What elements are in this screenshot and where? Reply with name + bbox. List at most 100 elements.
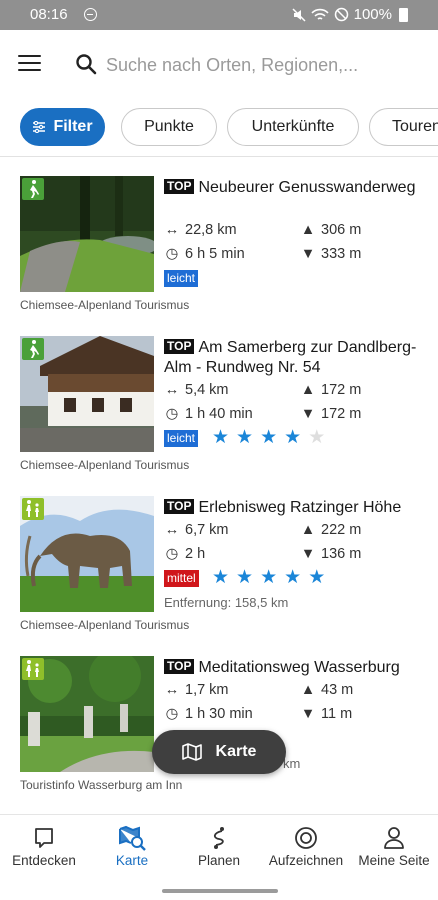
tour-duration: ◷ 1 h 30 min (165, 706, 253, 722)
nav-label: Meine Seite (358, 853, 430, 868)
search-header (0, 30, 438, 100)
home-indicator[interactable] (162, 889, 278, 893)
search-input[interactable] (106, 50, 426, 80)
tour-title: TOP Erlebnisweg Ratzinger Höhe (164, 498, 434, 518)
nav-planen[interactable]: Planen (175, 823, 263, 868)
tour-card[interactable]: TOP Meditationsweg Wasserburg ↔ 1,7 km ◷ 1 … (0, 638, 438, 798)
tour-image (20, 656, 154, 772)
chip-touren[interactable]: Touren (369, 108, 438, 146)
tour-descent: ▼ 172 m (300, 406, 362, 422)
tour-distance: ↔ 22,8 km (164, 222, 237, 238)
tour-source: Touristinfo Wasserburg am Inn (20, 778, 183, 792)
record-icon (295, 827, 317, 849)
nav-meine-seite[interactable]: Meine Seite (350, 823, 438, 868)
status-bar: 08:16 100% (0, 0, 438, 30)
star-icon: ★ (308, 567, 333, 588)
filter-icon (33, 121, 46, 133)
tour-descent: ▼ 136 m (300, 546, 362, 562)
chip-label: Unterkünfte (251, 118, 335, 135)
chip-punkte[interactable]: Punkte (121, 108, 217, 146)
search-icon[interactable] (74, 52, 98, 76)
tour-ascent: ▲ 43 m (300, 682, 354, 698)
tour-ascent: ▲ 222 m (300, 522, 362, 538)
distance-icon: ↔ (164, 382, 180, 398)
map-button-label: Karte (215, 743, 257, 760)
ascent-icon: ▲ (300, 222, 316, 238)
tour-duration: ◷ 2 h (165, 546, 206, 562)
no-signal-icon (334, 7, 348, 22)
filter-chip-label: Filter (53, 118, 93, 135)
star-icon: ★ (212, 427, 237, 448)
distance-icon: ↔ (164, 682, 180, 698)
nav-label: Aufzeichnen (268, 853, 344, 868)
filter-chip[interactable]: Filter (20, 108, 105, 146)
top-badge: TOP (164, 659, 195, 674)
tour-distance: ↔ 1,7 km (164, 682, 229, 698)
menu-icon[interactable] (18, 55, 41, 73)
tour-title: TOP Meditationsweg Wasserburg (164, 658, 434, 678)
rating-stars: ★★★★★ (212, 566, 332, 589)
ascent-icon: ▲ (300, 382, 316, 398)
nav-label: Entdecken (12, 853, 76, 868)
descent-icon: ▼ (300, 246, 316, 262)
hiking-icon (22, 338, 44, 360)
difficulty-badge: leicht (164, 270, 199, 287)
descent-icon: ▼ (300, 406, 316, 422)
tour-ascent: ▲ 172 m (300, 382, 362, 398)
bottom-navigation: Entdecken Karte Planen Aufzeichnen Meine… (0, 814, 438, 884)
map-icon (181, 743, 202, 761)
tour-source: Chiemsee-Alpenland Tourismus (20, 298, 190, 312)
descent-icon: ▼ (300, 706, 316, 722)
ascent-icon: ▲ (300, 522, 316, 538)
distance-from: km (283, 756, 301, 771)
top-badge: TOP (164, 499, 195, 514)
top-badge: TOP (164, 179, 195, 194)
descent-icon: ▼ (300, 546, 316, 562)
tour-title: TOP Am Samerberg zur Dandlberg-Alm - Rund… (164, 339, 417, 376)
nav-karte[interactable]: Karte (88, 823, 176, 868)
difficulty-badge: mittel (164, 570, 199, 587)
filter-chips: Filter Punkte Unterkünfte Touren (0, 100, 438, 157)
nav-entdecken[interactable]: Entdecken (0, 823, 88, 868)
chip-label: Punkte (144, 118, 194, 135)
mute-icon (292, 7, 306, 22)
map-search-icon (119, 825, 146, 851)
tour-image (20, 496, 154, 612)
tour-ascent: ▲ 306 m (300, 222, 362, 238)
star-icon: ★ (236, 427, 261, 448)
map-button[interactable]: Karte (152, 730, 286, 774)
person-icon (384, 827, 404, 849)
tour-duration: ◷ 6 h 5 min (165, 246, 245, 262)
star-icon: ★ (260, 567, 285, 588)
tour-image (20, 176, 154, 292)
star-icon: ★ (212, 567, 237, 588)
star-icon: ★ (260, 427, 285, 448)
battery-icon (399, 7, 408, 22)
discover-icon (35, 828, 53, 848)
star-icon: ★ (236, 567, 261, 588)
difficulty-badge: leicht (164, 430, 199, 447)
dnd-icon (84, 8, 97, 21)
chip-unterkuenfte[interactable]: Unterkünfte (227, 108, 359, 146)
tour-card[interactable]: TOP Am Samerberg zur Dandlberg-Alm - Rund… (0, 318, 438, 478)
nav-label: Planen (197, 853, 241, 868)
nav-aufzeichnen[interactable]: Aufzeichnen (262, 823, 350, 868)
distance-icon: ↔ (164, 222, 180, 238)
hiking-icon (22, 178, 44, 200)
wifi-icon (311, 8, 329, 20)
distance-icon: ↔ (164, 522, 180, 538)
tour-card[interactable]: TOP Erlebnisweg Ratzinger Höhe ↔ 6,7 km ◷ 2… (0, 478, 438, 638)
top-badge: TOP (164, 339, 195, 354)
tour-image (20, 336, 154, 452)
tour-descent: ▼ 11 m (300, 706, 353, 722)
tour-title: TOP Neubeurer Genusswanderweg (164, 178, 434, 198)
clock-icon: ◷ (165, 546, 179, 562)
tour-card[interactable]: TOP Neubeurer Genusswanderweg ↔ 22,8 km ◷ 6… (0, 158, 438, 318)
star-empty-icon: ★ (308, 427, 333, 448)
battery-percent: 100% (353, 6, 392, 23)
tour-distance: ↔ 6,7 km (164, 522, 229, 538)
clock-icon: ◷ (165, 246, 179, 262)
tour-source: Chiemsee-Alpenland Tourismus (20, 618, 190, 632)
clock-icon: ◷ (165, 406, 179, 422)
gesture-bar (0, 884, 438, 900)
